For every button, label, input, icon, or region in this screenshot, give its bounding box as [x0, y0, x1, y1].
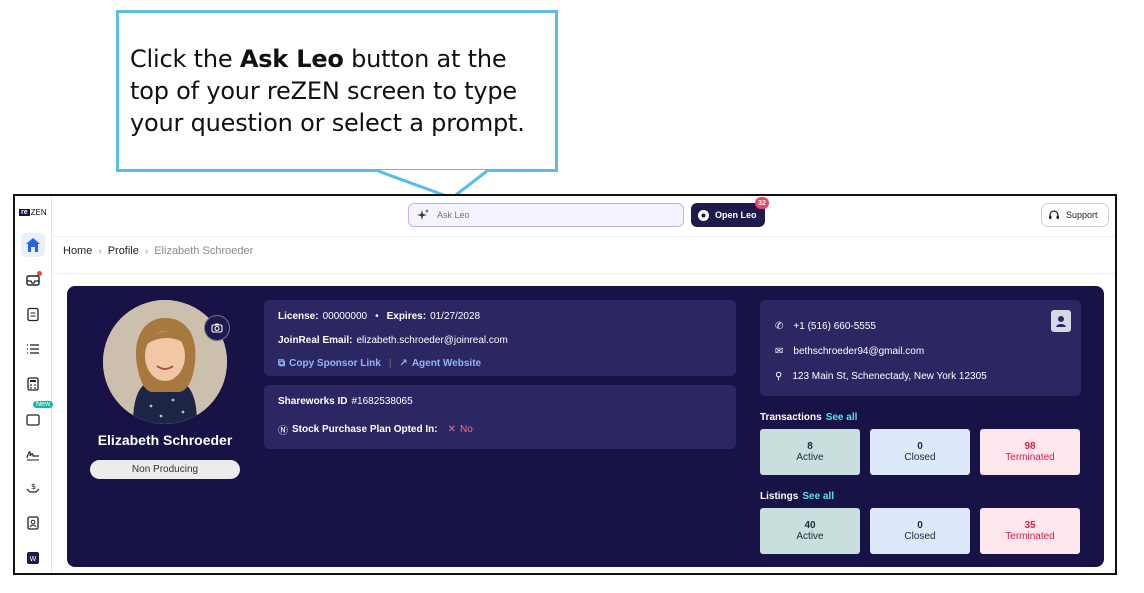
- stock-plan-row: Ⓝ Stock Purchase Plan Opted In: ✕ No: [278, 424, 473, 437]
- revenue-share-icon[interactable]: $: [21, 476, 45, 500]
- top-bar: Open Leo 32 Support: [52, 196, 1115, 237]
- notification-count-badge: 32: [755, 197, 769, 209]
- calculator-icon[interactable]: [21, 372, 45, 396]
- list-icon[interactable]: [21, 337, 45, 361]
- listings-see-all[interactable]: See all: [802, 491, 834, 502]
- transactions-heading: Transactions See all: [760, 412, 858, 423]
- breadcrumb-home[interactable]: Home: [63, 245, 92, 257]
- svg-text:W: W: [30, 555, 37, 563]
- ask-leo-search[interactable]: [408, 203, 684, 227]
- app-window: re ZEN New $ W Ask Leo Open Leo 32 Suppo…: [13, 194, 1117, 575]
- breadcrumb: Home › Profile › Elizabeth Schroeder: [63, 245, 253, 257]
- phone-icon: ✆: [775, 321, 784, 332]
- chevron-right-icon: ›: [98, 245, 102, 257]
- listings-terminated-tile[interactable]: 35 Terminated: [980, 508, 1080, 554]
- learning-icon[interactable]: New: [21, 401, 54, 431]
- contact-email[interactable]: bethschroeder94@gmail.com: [793, 346, 924, 357]
- contact-card: ✆ +1 (516) 660-5555 ✉ bethschroeder94@gm…: [760, 300, 1081, 396]
- wallet-icon[interactable]: W: [21, 546, 45, 570]
- svg-text:$: $: [31, 482, 36, 491]
- shareworks-card: Shareworks ID #1682538065 Ⓝ Stock Purchas…: [264, 385, 736, 449]
- clipboard-icon[interactable]: [21, 302, 45, 326]
- support-button[interactable]: Support: [1041, 203, 1109, 227]
- contacts-icon[interactable]: [21, 511, 45, 535]
- rezen-logo: re ZEN: [19, 208, 47, 217]
- listings-heading: Listings See all: [760, 491, 835, 502]
- mail-icon: ✉: [775, 346, 784, 357]
- transactions-see-all[interactable]: See all: [826, 412, 858, 423]
- transactions-closed-tile[interactable]: 0 Closed: [870, 429, 970, 475]
- transactions-terminated-tile[interactable]: 98 Terminated: [980, 429, 1080, 475]
- listings-closed-tile[interactable]: 0 Closed: [870, 508, 970, 554]
- dollar-circle-icon: Ⓝ: [278, 426, 288, 437]
- license-card: License: 00000000 • Expires: 01/27/2028 Jo…: [264, 300, 736, 376]
- headset-icon: [1049, 210, 1059, 219]
- copy-sponsor-link[interactable]: Copy Sponsor Link: [289, 358, 381, 369]
- callout-pointer: [377, 169, 488, 200]
- links-row: ⧉ Copy Sponsor Link | ↗ Agent Website: [278, 358, 482, 369]
- new-badge: New: [33, 401, 54, 408]
- breadcrumb-profile[interactable]: Profile: [108, 245, 139, 257]
- leo-icon: [698, 209, 709, 221]
- copy-icon: ⧉: [278, 358, 286, 369]
- license-row: License: 00000000 • Expires: 01/27/2028: [278, 311, 481, 322]
- contact-card-icon[interactable]: [1051, 310, 1071, 332]
- phone-row: ✆ +1 (516) 660-5555: [775, 321, 876, 332]
- divider: [52, 273, 1115, 274]
- home-icon[interactable]: [21, 233, 45, 257]
- phone-number[interactable]: +1 (516) 660-5555: [793, 321, 876, 332]
- chevron-right-icon: ›: [144, 245, 149, 257]
- ask-leo-input[interactable]: [435, 209, 639, 221]
- listings-active-tile[interactable]: 40 Active: [760, 508, 860, 554]
- x-icon: ✕: [447, 424, 456, 435]
- shareworks-row: Shareworks ID #1682538065: [278, 396, 413, 407]
- inbox-icon[interactable]: [21, 268, 45, 292]
- profile-name: Elizabeth Schroeder: [97, 432, 233, 448]
- signature-icon[interactable]: [21, 442, 45, 466]
- camera-icon[interactable]: [204, 315, 230, 341]
- address-row: ⚲ 123 Main St, Schenectady, New York 123…: [775, 371, 987, 382]
- breadcrumb-current: Elizabeth Schroeder: [154, 245, 254, 257]
- profile-panel: Elizabeth Schroeder Non Producing Licens…: [67, 286, 1104, 567]
- email-contact-row: ✉ bethschroeder94@gmail.com: [775, 346, 924, 357]
- status-badge: Non Producing: [90, 460, 240, 479]
- external-link-icon: ↗: [399, 358, 408, 369]
- agent-website-link[interactable]: Agent Website: [412, 358, 481, 369]
- open-leo-button[interactable]: Open Leo: [691, 203, 765, 227]
- stock-plan-value: No: [459, 424, 473, 435]
- sparkle-icon: [417, 209, 429, 220]
- email-row: JoinReal Email: elizabeth.schroeder@joinr…: [278, 335, 508, 346]
- left-sidebar: re ZEN New $ W: [15, 196, 54, 573]
- transactions-active-tile[interactable]: 8 Active: [760, 429, 860, 475]
- contact-address: 123 Main St, Schenectady, New York 12305: [792, 371, 987, 382]
- location-pin-icon: ⚲: [775, 371, 783, 382]
